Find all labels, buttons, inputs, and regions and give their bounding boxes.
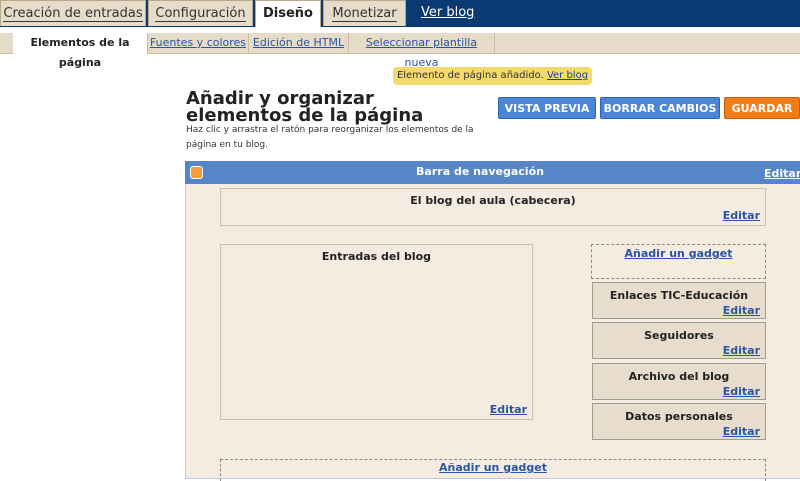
element-added-notice: Elemento de página añadido. Ver blog	[393, 67, 592, 85]
gadget-edit-link[interactable]: Editar	[723, 425, 760, 438]
subtab-page-elements[interactable]: Elementos de la página	[13, 33, 148, 69]
gadget-edit-link[interactable]: Editar	[723, 344, 760, 357]
gadget-edit-link[interactable]: Editar	[723, 385, 760, 398]
page-title: Añadir y organizar elementos de la págin…	[186, 88, 424, 126]
save-button[interactable]: GUARDAR	[724, 97, 800, 119]
posts-title: Entradas del blog	[321, 250, 432, 263]
clear-changes-button[interactable]: BORRAR CAMBIOS	[600, 97, 720, 119]
footer-add-gadget[interactable]: Añadir un gadget	[220, 459, 766, 481]
sidebar-add-gadget-label: Añadir un gadget	[624, 247, 733, 260]
gadget-title: Seguidores	[644, 329, 714, 342]
footer-add-gadget-label: Añadir un gadget	[439, 461, 547, 474]
tab-label: Creación de entradas	[3, 6, 143, 22]
subtab-html-edit[interactable]: Edición de HTML	[249, 33, 349, 53]
gadget-followers[interactable]: Seguidores Editar	[592, 322, 766, 359]
tab-label: Diseño	[263, 6, 313, 21]
gadget-title: Enlaces TIC-Educación	[609, 289, 749, 302]
header-element[interactable]: El blog del aula (cabecera) Editar	[220, 188, 766, 226]
sidebar-add-gadget[interactable]: Añadir un gadget	[591, 244, 766, 279]
tab-diseno[interactable]: Diseño	[255, 0, 321, 27]
gadget-edit-link[interactable]: Editar	[723, 304, 760, 317]
header-title: El blog del aula (cabecera)	[410, 194, 576, 207]
preview-button[interactable]: VISTA PREVIA	[498, 97, 596, 119]
blog-posts-element[interactable]: Entradas del blog Editar	[220, 244, 533, 420]
blogger-icon	[190, 166, 203, 179]
gadget-links[interactable]: Enlaces TIC-Educación Editar	[592, 282, 766, 319]
gadget-title: Archivo del blog	[628, 370, 730, 383]
posts-edit-link[interactable]: Editar	[490, 403, 527, 416]
tab-label: Configuración	[155, 6, 246, 22]
notice-text: Elemento de página añadido.	[396, 70, 544, 81]
tab-configuracion[interactable]: Configuración	[148, 0, 253, 26]
navbar-edit-link[interactable]: Editar	[764, 167, 800, 180]
gadget-title: Datos personales	[625, 410, 733, 423]
subtab-select-template[interactable]: Seleccionar plantilla nueva	[349, 33, 495, 69]
notice-view-blog-link[interactable]: Ver blog	[547, 70, 588, 81]
gadget-profile[interactable]: Datos personales Editar	[592, 403, 766, 440]
header-edit-link[interactable]: Editar	[723, 209, 760, 222]
view-blog-link[interactable]: Ver blog	[421, 5, 474, 20]
tab-creacion-entradas[interactable]: Creación de entradas	[0, 0, 146, 26]
page-description: Haz clic y arrastra el ratón para reorga…	[186, 125, 474, 150]
tab-label: Monetizar	[332, 6, 397, 22]
navbar-title: Barra de navegación	[416, 165, 544, 178]
gadget-archive[interactable]: Archivo del blog Editar	[592, 363, 766, 400]
tab-monetizar[interactable]: Monetizar	[323, 0, 406, 26]
subtab-fonts-colors[interactable]: Fuentes y colores	[148, 33, 249, 53]
